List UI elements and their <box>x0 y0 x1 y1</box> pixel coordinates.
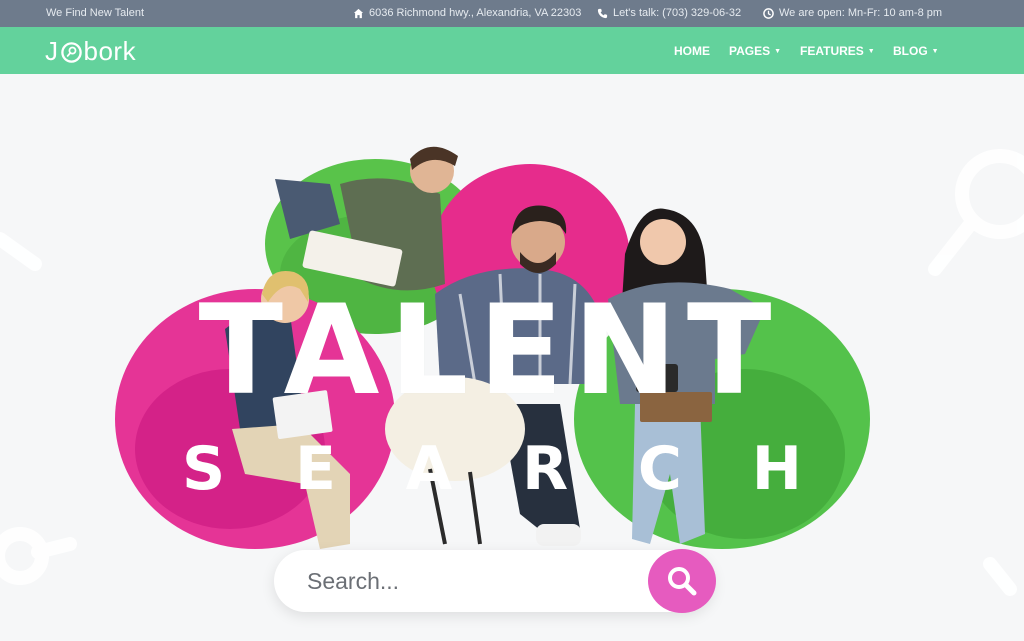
search-button[interactable] <box>648 549 716 613</box>
magnifier-logo-icon <box>60 42 82 63</box>
site-logo[interactable]: J bork <box>45 36 136 67</box>
main-navbar: J bork HOME PAGES ▼ FEATURES ▼ BLOG ▼ <box>0 27 1024 74</box>
nav-home[interactable]: HOME <box>674 44 710 58</box>
hours-text: We are open: Mn-Fr: 10 am-8 pm <box>779 7 943 19</box>
phone-info[interactable]: Let's talk: (703) 329-06-32 <box>597 7 741 19</box>
hero-title-letter: R <box>521 434 569 504</box>
nav-pages-label[interactable]: PAGES <box>729 44 770 58</box>
hero-title-letter: A <box>405 434 453 504</box>
nav-pages[interactable]: PAGES ▼ <box>729 44 781 58</box>
tagline: We Find New Talent <box>46 7 145 19</box>
address-info: 6036 Richmond hwy., Alexandria, VA 22303 <box>353 7 581 19</box>
logo-word: bork <box>83 36 137 66</box>
chevron-down-icon[interactable]: ▼ <box>868 48 875 55</box>
phone-text[interactable]: Let's talk: (703) 329-06-32 <box>613 7 741 19</box>
hero-title-talent: TALENT <box>198 279 782 423</box>
hero-title-letter: C <box>637 434 682 504</box>
chevron-down-icon[interactable]: ▼ <box>774 48 781 55</box>
search-input[interactable] <box>307 565 637 597</box>
home-icon <box>353 8 364 18</box>
top-info-bar: We Find New Talent 6036 Richmond hwy., A… <box>0 0 1024 27</box>
hero-title-letter: E <box>294 434 336 504</box>
hours-info: We are open: Mn-Fr: 10 am-8 pm <box>763 7 942 19</box>
search-box <box>274 549 716 613</box>
clock-icon <box>763 7 774 19</box>
hero-title-letter: H <box>751 434 802 504</box>
hero-section: TALENT S E A R C H <box>0 74 1024 641</box>
hero-title-letter: S <box>182 434 226 504</box>
logo-letter-j: J <box>45 36 59 66</box>
chevron-down-icon[interactable]: ▼ <box>932 48 939 55</box>
address-text: 6036 Richmond hwy., Alexandria, VA 22303 <box>369 7 582 19</box>
nav-features-label[interactable]: FEATURES <box>800 44 864 58</box>
nav-blog-label[interactable]: BLOG <box>893 44 928 58</box>
hero-title-search: S E A R C H <box>182 439 802 499</box>
search-icon <box>668 567 697 596</box>
nav-home-label[interactable]: HOME <box>674 44 710 58</box>
nav-blog[interactable]: BLOG ▼ <box>893 44 939 58</box>
phone-icon <box>597 8 608 18</box>
nav-features[interactable]: FEATURES ▼ <box>800 44 875 58</box>
